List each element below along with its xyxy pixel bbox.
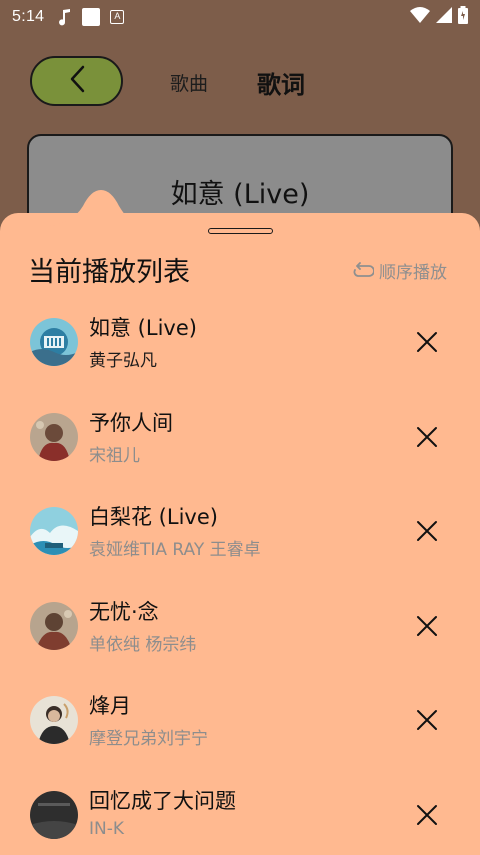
album-cover: [30, 601, 78, 650]
song-title: 烽月: [89, 694, 131, 718]
album-cover: [30, 318, 78, 366]
album-cover: [30, 507, 78, 555]
close-icon[interactable]: [415, 708, 439, 732]
song-title: 予你人间: [89, 410, 173, 435]
battery-icon: [458, 6, 468, 28]
close-icon[interactable]: [415, 803, 439, 827]
song-artist: 宋祖儿: [89, 445, 140, 466]
song-artist: 单依纯 杨宗纬: [89, 634, 197, 655]
list-item[interactable]: 烽月 摩登兄弟刘宇宁: [0, 674, 480, 769]
song-artist: 摩登兄弟刘宇宁: [89, 729, 208, 749]
header: 歌曲 歌词: [0, 50, 480, 114]
playlist-title: 当前播放列表: [28, 257, 190, 288]
chevron-left-icon: [67, 64, 87, 98]
repeat-icon: [353, 261, 374, 277]
close-icon[interactable]: [415, 519, 439, 543]
status-bar: 5:14 A: [0, 0, 480, 34]
close-icon[interactable]: [415, 330, 439, 354]
play-mode-label: 顺序播放: [379, 263, 447, 283]
close-icon[interactable]: [415, 425, 439, 449]
album-cover: [30, 412, 78, 461]
song-title: 回忆成了大问题: [89, 788, 236, 813]
song-artist: IN-K: [89, 818, 125, 839]
song-artist: 袁娅维TIA RAY 王睿卓: [89, 540, 261, 560]
song-title: 如意 (Live): [89, 316, 197, 340]
tab-lyrics[interactable]: 歌词: [257, 65, 305, 100]
tab-song[interactable]: 歌曲: [170, 69, 208, 96]
list-item[interactable]: 无忧·念 单依纯 杨宗纬: [0, 580, 480, 675]
notification-square-icon: [82, 8, 101, 26]
song-title: 白梨花 (Live): [89, 505, 218, 529]
song-artist: 黄子弘凡: [89, 351, 157, 371]
list-item[interactable]: 如意 (Live) 黄子弘凡: [0, 296, 480, 391]
signal-icon: [436, 7, 452, 27]
album-cover: [30, 790, 78, 839]
sheet-bump: [43, 190, 143, 226]
sheet-handle[interactable]: [208, 228, 273, 234]
list-item[interactable]: 回忆成了大问题 IN-K: [0, 769, 480, 855]
keyboard-icon: A: [110, 10, 125, 24]
list-item[interactable]: 予你人间 宋祖儿: [0, 391, 480, 486]
back-button[interactable]: [30, 56, 123, 106]
playlist-list: 如意 (Live) 黄子弘凡 予你人间 宋祖儿 白梨花 (Live) 袁娅维TI…: [0, 296, 480, 855]
close-icon[interactable]: [415, 614, 439, 638]
list-item[interactable]: 白梨花 (Live) 袁娅维TIA RAY 王睿卓: [0, 485, 480, 580]
album-cover: [30, 696, 78, 744]
music-note-icon: [58, 8, 72, 26]
status-time: 5:14: [12, 8, 45, 25]
song-title: 无忧·念: [89, 599, 159, 624]
wifi-icon: [410, 7, 430, 27]
play-mode-button[interactable]: 顺序播放: [352, 258, 447, 283]
